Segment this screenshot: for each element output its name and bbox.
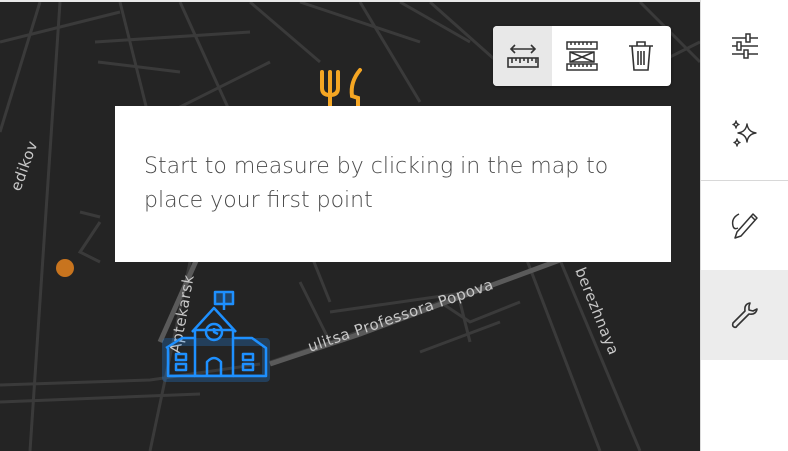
measure-area-button[interactable] [552, 26, 611, 86]
wrench-icon [731, 302, 758, 329]
measure-hint-text: Start to measure by clicking in the map … [144, 154, 609, 213]
clear-measurement-button[interactable] [611, 26, 670, 86]
measure-distance-button[interactable] [493, 26, 552, 86]
sketch-button[interactable] [701, 181, 788, 269]
road-label-left: edikov [7, 138, 42, 193]
restaurant-icon[interactable] [320, 68, 362, 108]
settings-button[interactable] [701, 2, 788, 90]
sparkles-icon [732, 120, 757, 147]
sliders-icon [732, 33, 758, 59]
road-label-naberezhnaya: berezhnaya [571, 265, 623, 358]
measure-toolbar [493, 26, 671, 86]
measure-distance-icon [506, 44, 539, 68]
measure-area-icon [565, 41, 598, 71]
sketch-pencil-icon [731, 213, 758, 239]
poi-dot[interactable] [56, 259, 74, 277]
tools-button[interactable] [701, 270, 788, 360]
measure-hint-tooltip: Start to measure by clicking in the map … [115, 106, 671, 262]
road-label-professora-popova: ulitsa Professora Popova [305, 275, 495, 356]
ai-assist-button[interactable] [701, 90, 788, 178]
side-action-rail [700, 0, 788, 451]
trash-icon [628, 41, 653, 71]
